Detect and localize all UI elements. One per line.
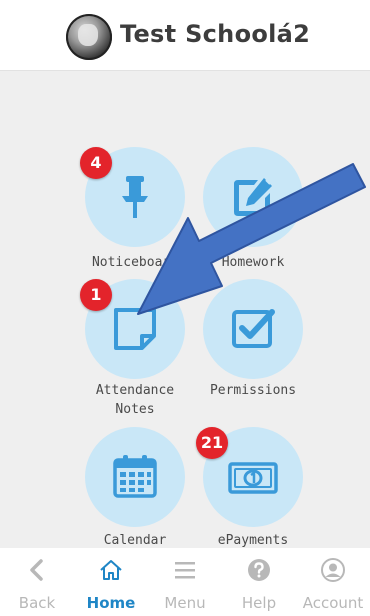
nav-home[interactable]: Home bbox=[74, 548, 148, 616]
school-logo bbox=[66, 14, 112, 60]
chevron-left-icon bbox=[30, 559, 43, 581]
sticky-note-icon bbox=[114, 308, 156, 350]
help-icon bbox=[248, 559, 270, 581]
home-icon bbox=[100, 560, 122, 580]
app-screen: Test Schoolá2 Noticeboard 4 Homework Att… bbox=[0, 0, 370, 616]
school-name: Test Schoolá2 bbox=[120, 20, 311, 48]
banknote-icon bbox=[228, 462, 278, 494]
nav-menu[interactable]: Menu bbox=[148, 548, 222, 616]
nav-account[interactable]: Account bbox=[296, 548, 370, 616]
tile-noticeboard[interactable]: Noticeboard 4 bbox=[80, 147, 190, 271]
tile-calendar-circle bbox=[85, 427, 185, 527]
tile-homework[interactable]: Homework bbox=[198, 147, 308, 271]
tile-calendar[interactable]: Calendar bbox=[80, 427, 190, 549]
badge-noticeboard: 4 bbox=[80, 147, 112, 179]
pencil-note-icon bbox=[234, 178, 272, 216]
checkbox-icon bbox=[232, 309, 275, 348]
tile-grid: Noticeboard 4 Homework Attendance Notes … bbox=[0, 70, 370, 549]
nav-back[interactable]: Back bbox=[0, 548, 74, 616]
tile-permissions[interactable]: Permissions bbox=[198, 279, 308, 403]
tile-epayments[interactable]: ePayments 21 bbox=[196, 427, 308, 549]
nav-back-label: Back bbox=[18, 594, 56, 612]
nav-home-label: Home bbox=[86, 594, 136, 612]
nav-menu-label: Menu bbox=[164, 594, 206, 612]
pushpin-icon bbox=[122, 176, 148, 218]
bottom-nav: Back Home Menu Help Account bbox=[0, 548, 370, 616]
calendar-icon bbox=[113, 455, 157, 498]
nav-help[interactable]: Help bbox=[222, 548, 296, 616]
nav-help-label: Help bbox=[241, 594, 277, 612]
tile-permissions-label: Permissions bbox=[209, 383, 297, 398]
tile-attendance-label: Attendance Notes bbox=[95, 383, 175, 417]
tile-permissions-circle bbox=[203, 279, 303, 379]
account-icon bbox=[321, 558, 345, 582]
badge-attendance-notes: 1 bbox=[80, 279, 112, 311]
header: Test Schoolá2 bbox=[0, 0, 370, 68]
tile-homework-circle bbox=[203, 147, 303, 247]
badge-epayments: 21 bbox=[196, 427, 228, 459]
tile-homework-label: Homework bbox=[221, 255, 285, 270]
tile-attendance-notes[interactable]: Attendance Notes 1 bbox=[80, 279, 190, 417]
menu-icon bbox=[175, 562, 195, 579]
nav-account-label: Account bbox=[302, 594, 364, 612]
